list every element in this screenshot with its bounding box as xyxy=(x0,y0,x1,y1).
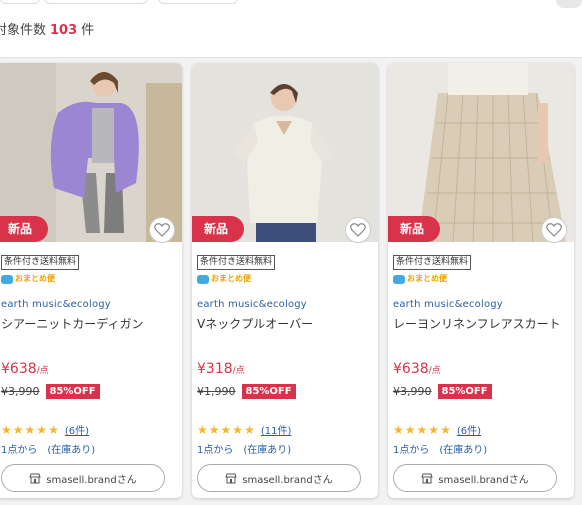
results-header: 対象件数 103 件 xyxy=(0,0,582,58)
brand-name[interactable]: earth music&ecology xyxy=(1,299,176,310)
shop-name: smasell.brandさん xyxy=(438,474,529,486)
star-icon: ★ xyxy=(232,422,244,437)
star-icon: ★ xyxy=(220,422,232,437)
star-icon: ★ xyxy=(428,422,440,437)
stock-status: 1点から (在庫あり) xyxy=(393,445,488,456)
brand-name[interactable]: earth music&ecology xyxy=(197,299,372,310)
star-icon: ★ xyxy=(48,422,59,437)
star-icon: ★ xyxy=(393,422,404,437)
star-icon: ★ xyxy=(197,422,208,437)
scroll-top-button[interactable] xyxy=(556,0,582,8)
price-unit: /点 xyxy=(428,366,441,376)
bundle-label: おまとめ便 xyxy=(407,274,447,283)
shipping-tag: 条件付き送料無料 xyxy=(1,255,80,270)
discount-badge: 85%OFF xyxy=(241,384,296,399)
bundle-label: おまとめ便 xyxy=(211,274,251,283)
shop-icon xyxy=(421,473,433,483)
review-count-link[interactable]: (6件) xyxy=(65,422,89,437)
bundle-tag: おまとめ便 xyxy=(393,273,568,285)
price-value: ¥638 xyxy=(393,361,429,377)
discount-badge: 85%OFF xyxy=(45,384,100,399)
favorite-heart-icon[interactable] xyxy=(149,217,175,243)
filter-tab[interactable] xyxy=(44,0,148,4)
original-price-row: ¥3,990 85%OFF xyxy=(393,384,492,399)
star-icon: ★ xyxy=(404,422,416,437)
product-grid: 新品 条件付き送料無料 おまとめ便 earth music&ecology シア… xyxy=(0,58,582,505)
bundle-label: おまとめ便 xyxy=(15,274,55,283)
original-price: ¥3,990 xyxy=(1,385,40,398)
result-count-value: 103 xyxy=(50,23,78,38)
rating: ★ ★ ★ ★ ★ (6件) xyxy=(1,422,89,438)
star-icon: ★ xyxy=(440,422,451,437)
price: ¥638/点 xyxy=(393,361,441,377)
favorite-heart-icon[interactable] xyxy=(541,217,567,243)
review-count-link[interactable]: (6件) xyxy=(457,422,481,437)
stock-status: 1点から (在庫あり) xyxy=(1,445,96,456)
product-card[interactable]: 新品 条件付き送料無料 おまとめ便 earth music&ecology レー… xyxy=(388,63,574,498)
shop-button[interactable]: smasell.brandさん xyxy=(1,464,165,492)
favorite-heart-icon[interactable] xyxy=(345,217,371,243)
star-icon: ★ xyxy=(244,422,255,437)
price: ¥318/点 xyxy=(197,361,245,377)
discount-badge: 85%OFF xyxy=(437,384,492,399)
shop-button[interactable]: smasell.brandさん xyxy=(393,464,557,492)
rating: ★ ★ ★ ★ ★ (11件) xyxy=(197,422,292,438)
original-price: ¥1,990 xyxy=(197,385,236,398)
filter-tab[interactable] xyxy=(158,0,238,4)
new-badge: 新品 xyxy=(0,216,49,242)
price-unit: /点 xyxy=(232,366,245,376)
original-price: ¥3,990 xyxy=(393,385,432,398)
price: ¥638/点 xyxy=(1,361,49,377)
product-card[interactable]: 新品 条件付き送料無料 おまとめ便 earth music&ecology Vネ… xyxy=(192,63,378,498)
result-count: 対象件数 103 件 xyxy=(0,19,94,38)
star-icon: ★ xyxy=(12,422,24,437)
star-icon: ★ xyxy=(24,422,36,437)
chat-bubble-icon xyxy=(197,274,209,284)
bundle-tag: おまとめ便 xyxy=(197,273,372,285)
shop-button[interactable]: smasell.brandさん xyxy=(197,464,361,492)
original-price-row: ¥3,990 85%OFF xyxy=(1,384,100,399)
shop-icon xyxy=(225,473,237,483)
star-icon: ★ xyxy=(416,422,428,437)
chat-bubble-icon xyxy=(393,274,405,284)
bundle-tag: おまとめ便 xyxy=(1,273,176,285)
brand-name[interactable]: earth music&ecology xyxy=(393,299,568,310)
price-value: ¥638 xyxy=(1,361,37,377)
filter-tab[interactable] xyxy=(0,0,40,4)
price-unit: /点 xyxy=(36,366,49,376)
star-icon: ★ xyxy=(36,422,48,437)
shop-icon xyxy=(29,473,41,483)
stock-status: 1点から (在庫あり) xyxy=(197,445,292,456)
result-count-label: 対象件数 xyxy=(0,23,47,38)
star-icon: ★ xyxy=(208,422,220,437)
new-badge: 新品 xyxy=(388,216,441,242)
new-badge: 新品 xyxy=(192,216,245,242)
product-title[interactable]: Vネックプルオーバー xyxy=(197,316,372,350)
result-count-unit: 件 xyxy=(81,23,95,38)
price-value: ¥318 xyxy=(197,361,233,377)
product-title[interactable]: レーヨンリネンフレアスカート xyxy=(393,316,568,350)
product-title[interactable]: シアーニットカーディガン xyxy=(1,316,176,350)
shipping-tag: 条件付き送料無料 xyxy=(197,255,276,270)
shop-name: smasell.brandさん xyxy=(46,474,137,486)
rating: ★ ★ ★ ★ ★ (6件) xyxy=(393,422,481,438)
original-price-row: ¥1,990 85%OFF xyxy=(197,384,296,399)
star-icon: ★ xyxy=(1,422,12,437)
product-card[interactable]: 新品 条件付き送料無料 おまとめ便 earth music&ecology シア… xyxy=(0,63,182,498)
chat-bubble-icon xyxy=(1,274,13,284)
shop-name: smasell.brandさん xyxy=(242,474,333,486)
shipping-tag: 条件付き送料無料 xyxy=(393,255,472,270)
review-count-link[interactable]: (11件) xyxy=(261,422,292,437)
